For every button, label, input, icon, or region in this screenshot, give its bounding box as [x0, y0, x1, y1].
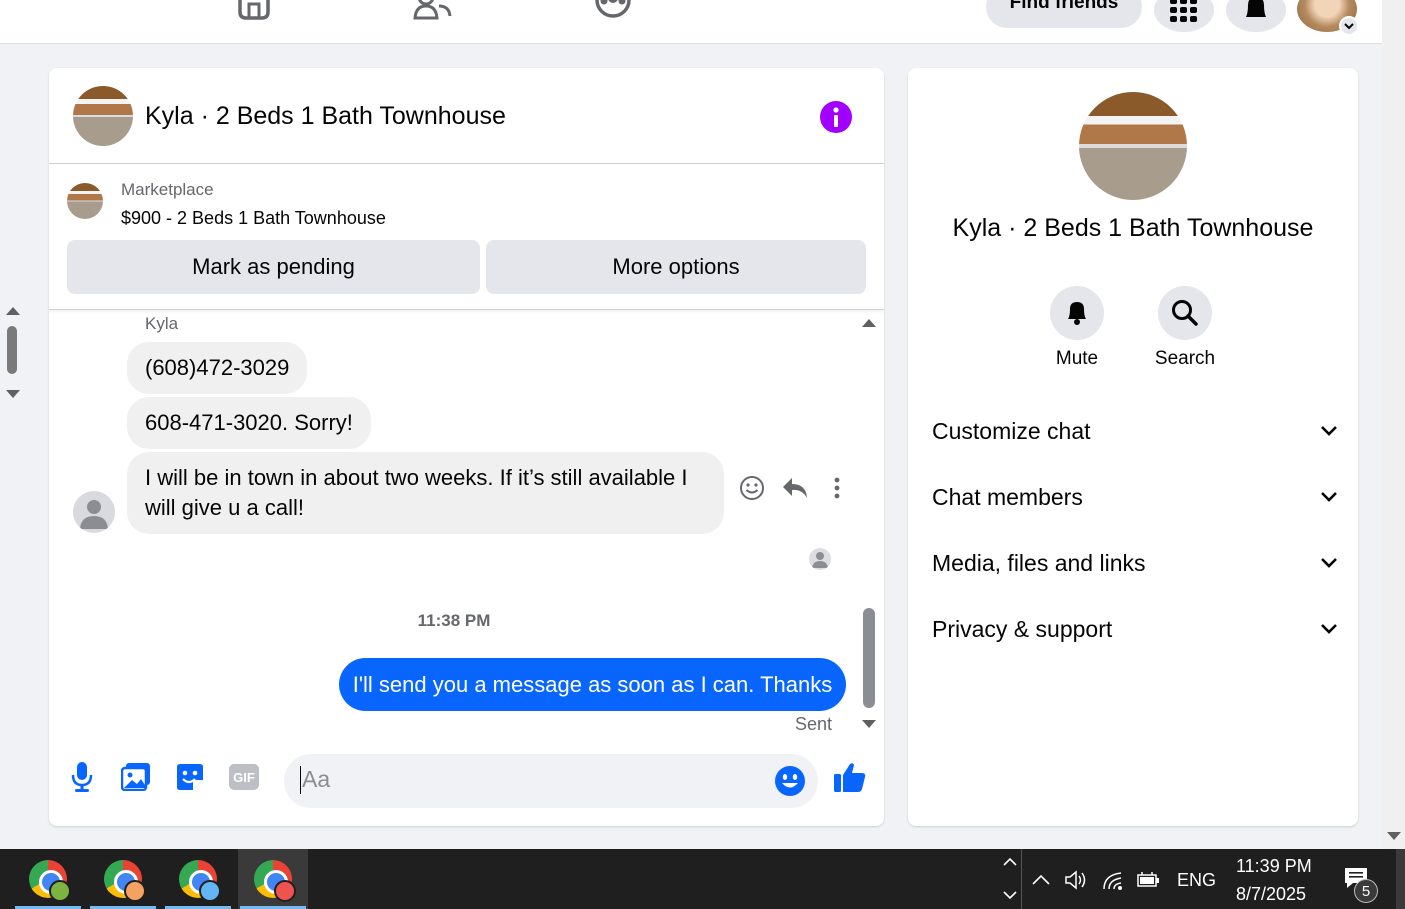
section-label: Media, files and links	[932, 549, 1146, 576]
network-icon[interactable]	[1101, 867, 1127, 893]
chrome-icon	[179, 860, 221, 902]
reply-icon[interactable]	[782, 475, 808, 501]
message-composer: GIF Aa	[49, 740, 884, 826]
sidebar-scrollbar[interactable]	[0, 44, 28, 849]
mute-label: Mute	[1055, 348, 1099, 369]
marketplace-label: Marketplace	[121, 180, 214, 199]
more-options-icon[interactable]	[824, 475, 850, 501]
section-label: Privacy & support	[932, 615, 1113, 642]
chat-title[interactable]: Kyla · 2 Beds 1 Bath Townhouse	[145, 102, 506, 131]
search-button[interactable]: Search	[1140, 286, 1230, 370]
bell-icon	[1246, 0, 1266, 17]
language-indicator[interactable]: ENG	[1177, 870, 1216, 891]
message-placeholder: Aa	[302, 766, 331, 792]
chevron-down-icon	[1321, 624, 1337, 634]
message-list: Kyla (608)472-3029 608-471-3020. Sorry! …	[49, 310, 884, 740]
incoming-message[interactable]: (608)472-3029	[127, 342, 308, 394]
notifications-button[interactable]	[1226, 0, 1286, 32]
like-icon[interactable]	[833, 760, 867, 794]
menu-grid-button[interactable]	[1154, 0, 1214, 32]
chevron-down-icon	[1321, 426, 1337, 436]
section-label: Chat members	[932, 483, 1083, 510]
svg-text:GIF: GIF	[233, 770, 255, 785]
sender-avatar[interactable]	[73, 491, 115, 533]
microphone-icon[interactable]	[65, 760, 99, 794]
incoming-message[interactable]: I will be in town in about two weeks. If…	[127, 452, 724, 534]
taskbar-chrome-profile-2[interactable]	[88, 849, 158, 909]
chevron-down-icon	[1339, 16, 1359, 36]
section-privacy-support[interactable]: Privacy & support	[932, 609, 1338, 649]
mute-button[interactable]: Mute	[1032, 286, 1122, 370]
scroll-down-arrow-icon[interactable]	[6, 390, 20, 399]
windows-taskbar: ENG 11:39 PM 8/7/2025	[0, 849, 1405, 909]
clock-time[interactable]: 11:39 PM	[1236, 856, 1312, 877]
photo-icon[interactable]	[119, 760, 153, 794]
battery-icon[interactable]	[1136, 867, 1162, 893]
text-caret	[300, 766, 301, 794]
show-hidden-icons-chevron-icon[interactable]	[1028, 867, 1054, 893]
marketplace-banner: Marketplace $900 - 2 Beds 1 Bath Townhou…	[49, 165, 884, 310]
profile-avatar[interactable]	[1297, 0, 1359, 36]
seen-indicator-avatar	[809, 548, 831, 570]
listing-price-title[interactable]: $900 - 2 Beds 1 Bath Townhouse	[121, 208, 386, 229]
taskbar-scroll-up-icon[interactable]	[1003, 857, 1017, 866]
message-input[interactable]: Aa	[284, 754, 818, 808]
chrome-icon	[104, 860, 146, 902]
grid-icon	[1170, 0, 1197, 22]
info-listing-avatar[interactable]	[1079, 92, 1187, 200]
volume-icon[interactable]	[1064, 867, 1090, 893]
section-media-files-links[interactable]: Media, files and links	[932, 543, 1338, 583]
groups-icon[interactable]	[593, 0, 633, 22]
scroll-down-arrow-icon[interactable]	[862, 720, 876, 729]
sender-name: Kyla	[145, 314, 179, 333]
taskbar-scroll-down-icon[interactable]	[1003, 891, 1017, 900]
gif-icon[interactable]: GIF	[227, 760, 261, 794]
top-nav: Find friends	[0, 0, 1382, 44]
search-label: Search	[1154, 348, 1216, 369]
chat-panel: Kyla · 2 Beds 1 Bath Townhouse Marketpla…	[49, 68, 884, 826]
mark-as-pending-button[interactable]: Mark as pending	[67, 240, 480, 294]
search-icon	[1158, 286, 1212, 340]
outgoing-message[interactable]: I'll send you a message as soon as I can…	[339, 658, 846, 711]
sent-status: Sent	[795, 714, 833, 734]
taskbar-chrome-profile-4[interactable]	[238, 849, 308, 909]
listing-avatar[interactable]	[73, 86, 133, 146]
clock-date[interactable]: 8/7/2025	[1236, 884, 1306, 905]
taskbar-chrome-profile-3[interactable]	[163, 849, 233, 909]
more-options-button[interactable]: More options	[486, 240, 866, 294]
scroll-thumb[interactable]	[7, 326, 17, 374]
find-friends-button[interactable]: Find friends	[986, 0, 1142, 28]
bell-icon	[1050, 286, 1104, 340]
info-icon[interactable]	[820, 101, 852, 133]
taskbar-chrome-profile-1[interactable]	[13, 849, 83, 909]
marketplace-thumbnail[interactable]	[67, 183, 103, 219]
section-customize-chat[interactable]: Customize chat	[932, 411, 1338, 451]
incoming-message[interactable]: 608-471-3020. Sorry!	[127, 397, 371, 449]
sticker-icon[interactable]	[173, 760, 207, 794]
scroll-up-arrow-icon[interactable]	[862, 318, 876, 327]
emoji-icon[interactable]	[775, 766, 805, 801]
chrome-icon	[254, 860, 296, 902]
chat-info-panel: Kyla · 2 Beds 1 Bath Townhouse Mute Sear…	[908, 68, 1358, 826]
react-emoji-icon[interactable]	[739, 475, 765, 501]
marketplace-icon[interactable]	[234, 0, 274, 22]
chrome-icon	[29, 860, 71, 902]
friends-icon[interactable]	[413, 0, 453, 22]
info-title: Kyla · 2 Beds 1 Bath Townhouse	[952, 214, 1314, 242]
scroll-up-arrow-icon[interactable]	[6, 306, 20, 315]
messages-scrollbar[interactable]	[861, 310, 877, 740]
message-timestamp: 11:38 PM	[417, 611, 491, 630]
page-scrollbar[interactable]	[1382, 0, 1405, 849]
section-chat-members[interactable]: Chat members	[932, 477, 1338, 517]
chat-header: Kyla · 2 Beds 1 Bath Townhouse	[49, 68, 884, 164]
section-label: Customize chat	[932, 417, 1091, 444]
notification-count-badge: 5	[1354, 879, 1378, 903]
chevron-down-icon	[1321, 492, 1337, 502]
chevron-down-icon	[1321, 558, 1337, 568]
scroll-thumb[interactable]	[863, 608, 875, 708]
scroll-down-arrow-icon[interactable]	[1387, 832, 1401, 842]
